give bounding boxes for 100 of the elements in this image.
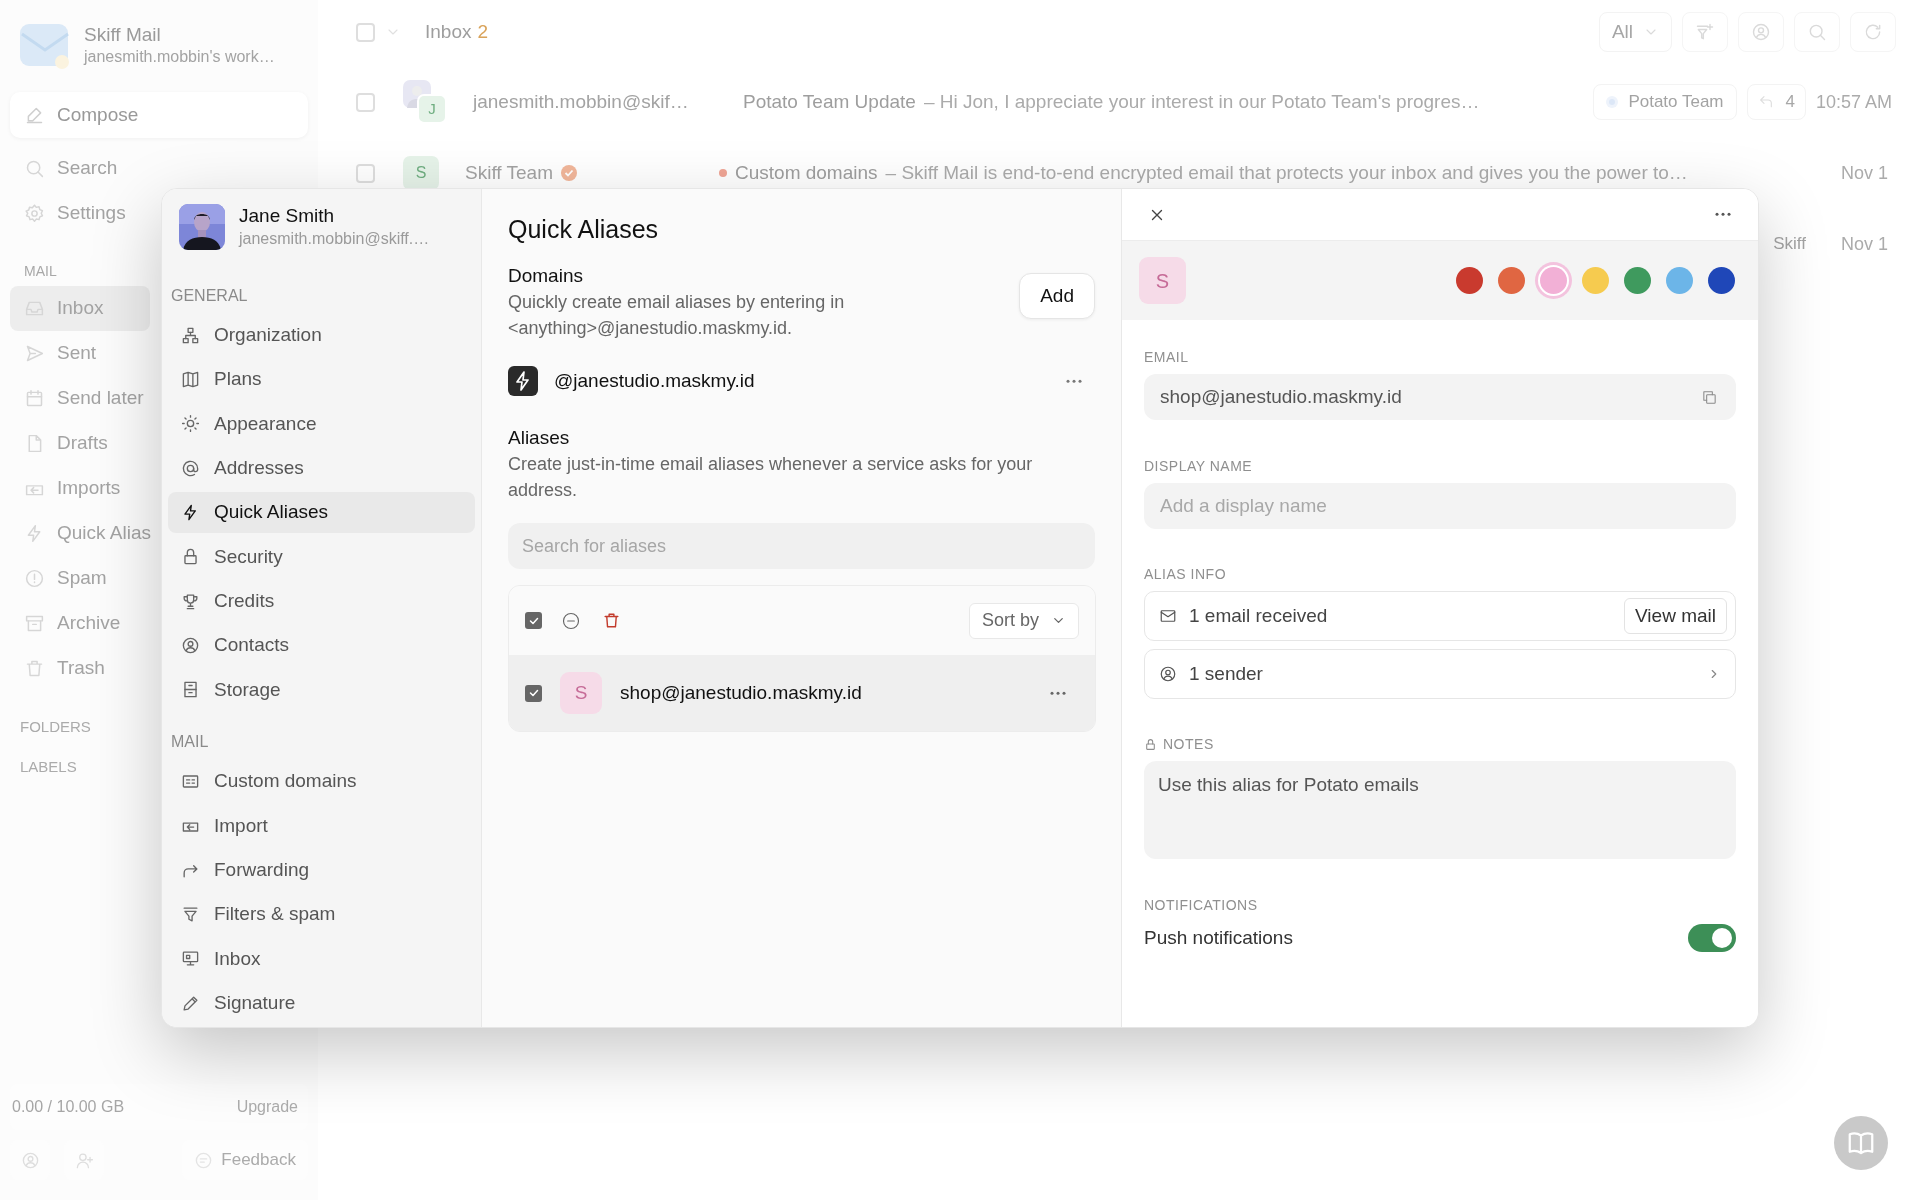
lock-icon xyxy=(1144,737,1157,751)
field-label: ALIAS INFO xyxy=(1144,565,1228,584)
checkmark-icon xyxy=(527,687,540,699)
message-subject: Potato Team Update xyxy=(743,89,916,114)
settings-nav-item[interactable]: Filters & spam xyxy=(168,893,475,936)
section-title: Aliases xyxy=(508,426,571,450)
trophy-icon xyxy=(181,591,200,611)
section-description: Create just-in-time email aliases whenever a service asks for your address. xyxy=(508,453,1034,502)
mailbox-title: Inbox xyxy=(425,19,472,44)
user-circle-icon xyxy=(1159,665,1177,683)
workspace-name: janesmith.mobbin's work… xyxy=(84,47,275,67)
account-button[interactable] xyxy=(1738,12,1784,52)
search-button[interactable] xyxy=(1794,12,1840,52)
feedback-icon xyxy=(194,1150,214,1170)
more-icon xyxy=(1714,212,1732,217)
search-field[interactable]: Search for aliases xyxy=(508,523,1095,569)
section-heading: GENERAL xyxy=(170,285,249,306)
settings-nav-item[interactable]: Import xyxy=(168,805,475,847)
monitor-icon xyxy=(181,949,200,969)
lightning-icon xyxy=(508,366,538,396)
section-description: Quickly create email aliases by entering in <anything>@janestudio.maskmy.id. xyxy=(508,291,846,340)
cabinet-icon xyxy=(181,680,200,700)
page-title: Quick Aliases xyxy=(508,214,660,245)
field-label: NOTES xyxy=(1163,734,1214,754)
display-name-field[interactable]: Add a display name xyxy=(1144,483,1736,529)
alert-icon xyxy=(24,568,45,589)
notes-field[interactable]: Use this alias for Potato emails xyxy=(1144,761,1736,859)
settings-nav-item[interactable]: Custom domains xyxy=(168,760,475,803)
settings-nav-item[interactable]: Contacts xyxy=(168,624,475,667)
app-name: Skiff Mail xyxy=(84,23,162,47)
more-icon xyxy=(1065,378,1083,384)
senders-row[interactable]: 1 sender xyxy=(1144,649,1736,699)
help-button[interactable] xyxy=(1834,1116,1888,1170)
refresh-button[interactable] xyxy=(1850,12,1896,52)
alias-avatar: S xyxy=(1139,257,1186,304)
section-heading: MAIL xyxy=(170,732,210,753)
settings-nav-item[interactable]: Appearance xyxy=(168,403,475,445)
settings-nav-item[interactable]: Security xyxy=(168,536,475,578)
color-swatch[interactable] xyxy=(1666,267,1693,294)
message-time: Nov 1 xyxy=(1839,161,1888,185)
domain-name: @janestudio.maskmy.id xyxy=(554,368,756,393)
filter-button[interactable] xyxy=(1682,12,1728,52)
settings-nav-item[interactable]: Plans xyxy=(168,358,475,401)
color-swatch[interactable] xyxy=(1456,267,1483,294)
field-label: NOTIFICATIONS xyxy=(1144,896,1259,915)
section-heading: MAIL xyxy=(23,261,58,281)
minus-circle-icon xyxy=(561,610,581,631)
settings-nav-item[interactable]: Credits xyxy=(168,580,475,622)
message-subject: Custom domains xyxy=(735,160,878,185)
pencil-icon xyxy=(181,993,200,1013)
field-label: DISPLAY NAME xyxy=(1144,457,1254,476)
mail-icon xyxy=(1159,607,1177,625)
color-swatch[interactable] xyxy=(1624,267,1651,294)
trash-icon xyxy=(601,611,621,630)
view-mail-button[interactable]: View mail xyxy=(1624,598,1727,634)
filter-icon xyxy=(1695,22,1715,42)
reply-count: 4 xyxy=(1785,91,1795,114)
select-all-checkbox[interactable] xyxy=(356,22,375,42)
user-email: janesmith.mobbin@skiff.… xyxy=(239,228,430,249)
map-icon xyxy=(181,370,200,390)
settings-nav-item[interactable]: Quick Aliases xyxy=(168,491,475,534)
calendar-icon xyxy=(24,388,45,409)
alias-avatar: S xyxy=(560,672,602,714)
settings-nav-item[interactable]: Forwarding xyxy=(168,849,475,891)
color-swatch[interactable] xyxy=(1708,267,1735,294)
field-label: EMAIL xyxy=(1144,348,1190,367)
user-name: Jane Smith xyxy=(239,203,336,228)
alias-address: shop@janestudio.maskmy.id xyxy=(620,680,863,705)
settings-nav-item[interactable]: Signature xyxy=(168,982,475,1024)
search-icon xyxy=(24,158,45,179)
lock-icon xyxy=(181,547,200,567)
reply-icon xyxy=(1757,94,1774,110)
color-swatch[interactable] xyxy=(1582,267,1609,294)
settings-nav-item[interactable]: Organization xyxy=(168,314,475,356)
more-icon xyxy=(1049,690,1067,696)
checkbox[interactable] xyxy=(525,612,542,629)
section-title: Domains xyxy=(508,264,584,288)
received-count: 1 email received xyxy=(1189,603,1329,628)
message-checkbox[interactable] xyxy=(356,163,375,183)
toggle-switch[interactable] xyxy=(1688,924,1736,952)
alias-row[interactable]: S shop@janestudio.maskmy.id xyxy=(509,655,1095,731)
avatar: J xyxy=(417,94,447,124)
settings-nav-item[interactable]: Storage xyxy=(168,669,475,711)
message-preview: – Skiff Mail is end-to-end encrypted email that protects your inbox and gives you the power to… xyxy=(885,160,1688,185)
label-dot-icon xyxy=(1606,96,1619,108)
user-circle-icon xyxy=(181,636,200,656)
sun-icon xyxy=(181,414,200,434)
settings-icon xyxy=(24,203,45,224)
sort-dropdown[interactable]: Sort by xyxy=(968,602,1079,639)
checkbox[interactable] xyxy=(525,684,542,702)
paper-plane-icon xyxy=(24,343,45,364)
email-field[interactable]: shop@janestudio.maskmy.id xyxy=(1144,374,1736,420)
message-checkbox[interactable] xyxy=(356,92,375,112)
color-swatch[interactable] xyxy=(1498,267,1525,294)
add-button[interactable]: Add xyxy=(1019,273,1095,319)
settings-nav-item[interactable]: Addresses xyxy=(168,447,475,489)
copy-icon xyxy=(1700,388,1718,406)
user-circle-icon xyxy=(1751,22,1771,42)
settings-nav-item[interactable]: Inbox xyxy=(168,938,475,980)
trash-icon xyxy=(24,658,45,679)
